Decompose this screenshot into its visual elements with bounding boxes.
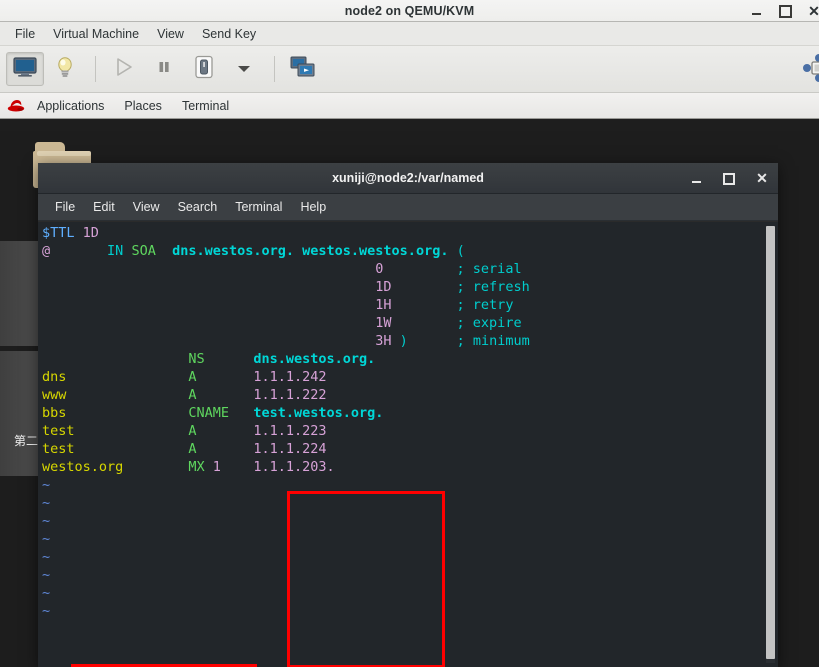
- terminal-scrollbar[interactable]: [766, 226, 775, 663]
- vim-line-empty: ~: [42, 495, 51, 511]
- gnome-menu-applications[interactable]: Applications: [27, 99, 114, 113]
- shutdown-dropdown-button[interactable]: [225, 52, 263, 86]
- hardware-settings-button[interactable]: [799, 53, 819, 88]
- vm-toolbar: [0, 46, 819, 93]
- snapshots-icon: [290, 56, 316, 83]
- vim-line-soa-field: 1W ; expire: [375, 315, 522, 331]
- vim-line-empty: ~: [42, 549, 51, 565]
- terminal-minimize-button[interactable]: [690, 173, 702, 185]
- console-view-button[interactable]: [6, 52, 44, 86]
- vm-titlebar: node2 on QEMU/KVM ✕: [0, 0, 819, 22]
- vm-window-title: node2 on QEMU/KVM: [344, 3, 475, 18]
- vim-line-record: www A 1.1.1.222: [42, 387, 327, 403]
- terminal-window: xuniji@node2:/var/named ✕ File Edit View…: [38, 163, 778, 667]
- toolbar-separator-1: [95, 56, 96, 82]
- pause-icon: [154, 57, 174, 82]
- shutdown-dropdown-caret-icon: [238, 66, 250, 72]
- gnome-top-panel: Applications Places Terminal: [0, 93, 819, 119]
- vim-line-soa-field: 3H ) ; minimum: [375, 333, 530, 349]
- vim-line-soa-field: 1D ; refresh: [375, 279, 530, 295]
- vm-maximize-button[interactable]: [778, 4, 792, 18]
- vim-line-empty: ~: [42, 531, 51, 547]
- vim-line-empty: ~: [42, 477, 51, 493]
- run-button[interactable]: [105, 52, 143, 86]
- vm-menu-virtual-machine[interactable]: Virtual Machine: [44, 25, 148, 43]
- vim-line-empty: ~: [42, 567, 51, 583]
- terminal-close-button[interactable]: ✕: [756, 170, 768, 186]
- vim-line-empty: ~: [42, 513, 51, 529]
- folder-icon-lip: [37, 151, 91, 156]
- run-play-icon: [113, 57, 135, 82]
- vm-menu-view[interactable]: View: [148, 25, 193, 43]
- virt-manager-window: node2 on QEMU/KVM ✕ File Virtual Machine…: [0, 0, 819, 667]
- vm-menubar: File Virtual Machine View Send Key: [0, 22, 819, 46]
- hardware-settings-icon: [799, 54, 819, 87]
- vim-line-soa: @ IN SOA dns.westos.org. westos.westos.o…: [42, 243, 465, 259]
- vim-line-record: test A 1.1.1.223: [42, 423, 327, 439]
- vim-line-record: dns A 1.1.1.242: [42, 369, 327, 385]
- vim-line-empty: ~: [42, 585, 51, 601]
- vm-menu-file[interactable]: File: [6, 25, 44, 43]
- vim-editor-buffer: $TTL 1D @ IN SOA dns.westos.org. westos.w…: [42, 224, 760, 620]
- vim-line-record: test A 1.1.1.224: [42, 441, 327, 457]
- vim-line-soa-field: 0 ; serial: [375, 261, 522, 277]
- vim-line-record: westos.org MX 1 1.1.1.203.: [42, 459, 335, 475]
- vim-line-record: bbs CNAME test.westos.org.: [42, 405, 384, 421]
- vm-menu-send-key[interactable]: Send Key: [193, 25, 265, 43]
- pause-button[interactable]: [145, 52, 183, 86]
- snapshots-button[interactable]: [284, 52, 322, 86]
- background-label-text: 第二: [14, 434, 39, 448]
- vim-line-record: NS dns.westos.org.: [188, 351, 376, 367]
- terminal-window-controls: ✕: [690, 163, 768, 194]
- toolbar-separator-2: [274, 56, 275, 82]
- vim-line-soa-field: 1H ; retry: [375, 297, 514, 313]
- terminal-menu-file[interactable]: File: [46, 198, 84, 216]
- terminal-maximize-button[interactable]: [723, 172, 735, 185]
- vm-close-button[interactable]: ✕: [807, 4, 819, 18]
- terminal-menu-edit[interactable]: Edit: [84, 198, 124, 216]
- terminal-menu-help[interactable]: Help: [291, 198, 335, 216]
- shutdown-icon: [193, 55, 215, 84]
- gnome-menu-places[interactable]: Places: [114, 99, 172, 113]
- vim-line-empty: ~: [42, 603, 51, 619]
- details-lightbulb-icon: [55, 56, 75, 83]
- terminal-menu-view[interactable]: View: [124, 198, 169, 216]
- guest-desktop: 第二 xuniji@node2:/var/named ✕ File Edit V…: [0, 131, 819, 667]
- vim-line-ttl: $TTL 1D: [42, 225, 99, 241]
- red-hat-logo-icon[interactable]: [7, 99, 25, 113]
- terminal-menu-search[interactable]: Search: [169, 198, 227, 216]
- shutdown-button[interactable]: [185, 52, 223, 86]
- terminal-menubar: File Edit View Search Terminal Help: [38, 194, 778, 221]
- background-window-pane-1: [0, 241, 40, 346]
- terminal-scrollbar-thumb[interactable]: [766, 226, 775, 659]
- vm-minimize-button[interactable]: [749, 4, 763, 18]
- background-window-pane-2: [0, 351, 40, 476]
- terminal-titlebar: xuniji@node2:/var/named ✕: [38, 163, 778, 194]
- terminal-window-title: xuniji@node2:/var/named: [332, 171, 484, 185]
- terminal-screen[interactable]: $TTL 1D @ IN SOA dns.westos.org. westos.w…: [38, 222, 778, 667]
- console-view-icon: [13, 56, 37, 82]
- terminal-menu-terminal[interactable]: Terminal: [226, 198, 291, 216]
- details-button[interactable]: [46, 52, 84, 86]
- gnome-menu-terminal[interactable]: Terminal: [172, 99, 239, 113]
- vm-window-controls: ✕: [749, 0, 819, 22]
